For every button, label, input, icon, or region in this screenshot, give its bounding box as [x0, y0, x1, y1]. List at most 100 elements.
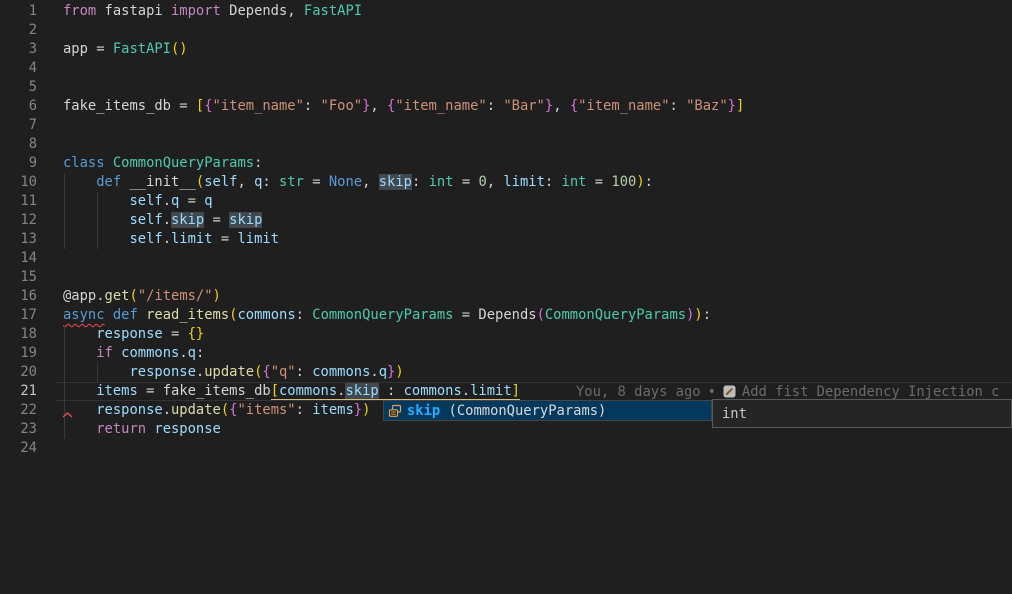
code-line[interactable]: 16 @app.get("/items/") — [0, 287, 1012, 306]
autocomplete-suggestion-row[interactable]: skip (CommonQueryParams) — [383, 400, 712, 421]
code-token: . — [179, 345, 187, 361]
code-line[interactable]: 13 self.limit = limit — [0, 230, 1012, 249]
line-number[interactable]: 16 — [0, 287, 37, 306]
code-line[interactable]: 17 async def read_items(commons: CommonQu… — [0, 306, 1012, 325]
line-number[interactable]: 20 — [0, 363, 37, 382]
code-token: : — [703, 307, 711, 323]
indent-guide — [64, 192, 65, 211]
code-token: : — [545, 174, 562, 190]
code-token: ) — [362, 402, 370, 418]
code-line[interactable]: 5 — [0, 78, 1012, 97]
code-token: response — [129, 364, 195, 380]
code-line[interactable]: 2 — [0, 21, 1012, 40]
code-token: async — [63, 307, 105, 323]
code-token: : — [379, 383, 404, 400]
line-number[interactable]: 11 — [0, 192, 37, 211]
code-token: . — [163, 212, 171, 228]
code-token: limit — [171, 231, 213, 247]
code-token: } — [354, 402, 362, 418]
code-token: : — [304, 98, 321, 114]
code-token: "Baz" — [686, 98, 728, 114]
line-number[interactable]: 23 — [0, 420, 37, 439]
code-token — [63, 421, 96, 437]
line-number[interactable]: 18 — [0, 325, 37, 344]
memo-icon — [723, 385, 736, 398]
code-line[interactable]: 1from fastapi import Depends, FastAPI — [0, 2, 1012, 21]
code-token: ] — [736, 98, 744, 114]
code-token: ( — [221, 402, 229, 418]
code-line[interactable]: 7 — [0, 116, 1012, 135]
line-number[interactable]: 24 — [0, 439, 37, 458]
suggestion-type-text: int — [713, 406, 747, 422]
indent-guide — [97, 211, 98, 230]
code-token: , — [370, 98, 387, 114]
code-token: : — [670, 98, 687, 114]
code-text: response.update({"q": commons.q}) — [63, 363, 404, 382]
code-token: CommonQueryParams — [312, 307, 453, 323]
code-token: def — [96, 174, 121, 190]
code-token — [138, 307, 146, 323]
code-token: commons — [312, 364, 370, 380]
code-token: . — [196, 364, 204, 380]
code-token: "/items/" — [138, 288, 213, 304]
code-text: async def read_items(commons: CommonQuer… — [63, 306, 711, 325]
code-token — [113, 345, 121, 361]
code-line[interactable]: 11 self.q = q — [0, 192, 1012, 211]
code-line[interactable]: 9class CommonQueryParams: — [0, 154, 1012, 173]
code-line[interactable]: 10 def __init__(self, q: str = None, ski… — [0, 173, 1012, 192]
line-number[interactable]: 12 — [0, 211, 37, 230]
code-line[interactable]: 4 — [0, 59, 1012, 78]
line-number[interactable]: 15 — [0, 268, 37, 287]
code-token: skip — [171, 212, 204, 228]
code-line[interactable]: 24 — [0, 439, 1012, 458]
code-token: , — [362, 174, 379, 190]
line-number[interactable]: 2 — [0, 21, 37, 40]
code-token: = — [454, 174, 479, 190]
code-token: FastAPI — [113, 41, 171, 57]
indent-guide — [97, 192, 98, 211]
code-token: : — [487, 98, 504, 114]
line-number[interactable]: 17 — [0, 306, 37, 325]
code-text: @app.get("/items/") — [63, 287, 221, 306]
code-line[interactable]: 14 — [0, 249, 1012, 268]
line-number[interactable]: 13 — [0, 230, 37, 249]
code-token: Depends — [478, 307, 536, 323]
line-number[interactable]: 9 — [0, 154, 37, 173]
line-number[interactable]: 22 — [0, 401, 37, 420]
line-number[interactable]: 21 — [0, 382, 37, 401]
code-token: "item_name" — [395, 98, 486, 114]
code-line[interactable]: 19 if commons.q: — [0, 344, 1012, 363]
code-token: fake_items_db = — [63, 98, 196, 114]
line-number[interactable]: 6 — [0, 97, 37, 116]
code-line[interactable]: 3app = FastAPI() — [0, 40, 1012, 59]
code-token: response — [154, 421, 220, 437]
code-text: fake_items_db = [{"item_name": "Foo"}, {… — [63, 97, 744, 116]
code-token: ) — [395, 364, 403, 380]
code-token: ] — [512, 383, 520, 400]
line-number[interactable]: 1 — [0, 2, 37, 21]
line-number[interactable]: 5 — [0, 78, 37, 97]
code-line[interactable]: 15 — [0, 268, 1012, 287]
code-line[interactable]: 20 response.update({"q": commons.q}) — [0, 363, 1012, 382]
code-token: [ — [271, 383, 279, 400]
line-number[interactable]: 4 — [0, 59, 37, 78]
code-line[interactable]: 18 response = {} — [0, 325, 1012, 344]
line-number[interactable]: 7 — [0, 116, 37, 135]
code-editor: 1from fastapi import Depends, FastAPI23a… — [0, 0, 1012, 594]
code-token: items — [312, 402, 354, 418]
line-number[interactable]: 14 — [0, 249, 37, 268]
code-line[interactable]: 12 self.skip = skip — [0, 211, 1012, 230]
line-number[interactable]: 8 — [0, 135, 37, 154]
code-line[interactable]: 6 fake_items_db = [{"item_name": "Foo"}, … — [0, 97, 1012, 116]
line-number[interactable]: 10 — [0, 173, 37, 192]
line-number[interactable]: 19 — [0, 344, 37, 363]
code-token: CommonQueryParams — [545, 307, 686, 323]
code-token: = — [163, 326, 188, 342]
code-line[interactable]: 8 — [0, 135, 1012, 154]
line-number[interactable]: 3 — [0, 40, 37, 59]
code-token: = — [138, 383, 163, 399]
error-squiggle-marker — [62, 412, 73, 418]
code-token: str — [279, 174, 304, 190]
indent-guide — [97, 363, 98, 382]
suggestion-label: skip — [407, 403, 440, 419]
